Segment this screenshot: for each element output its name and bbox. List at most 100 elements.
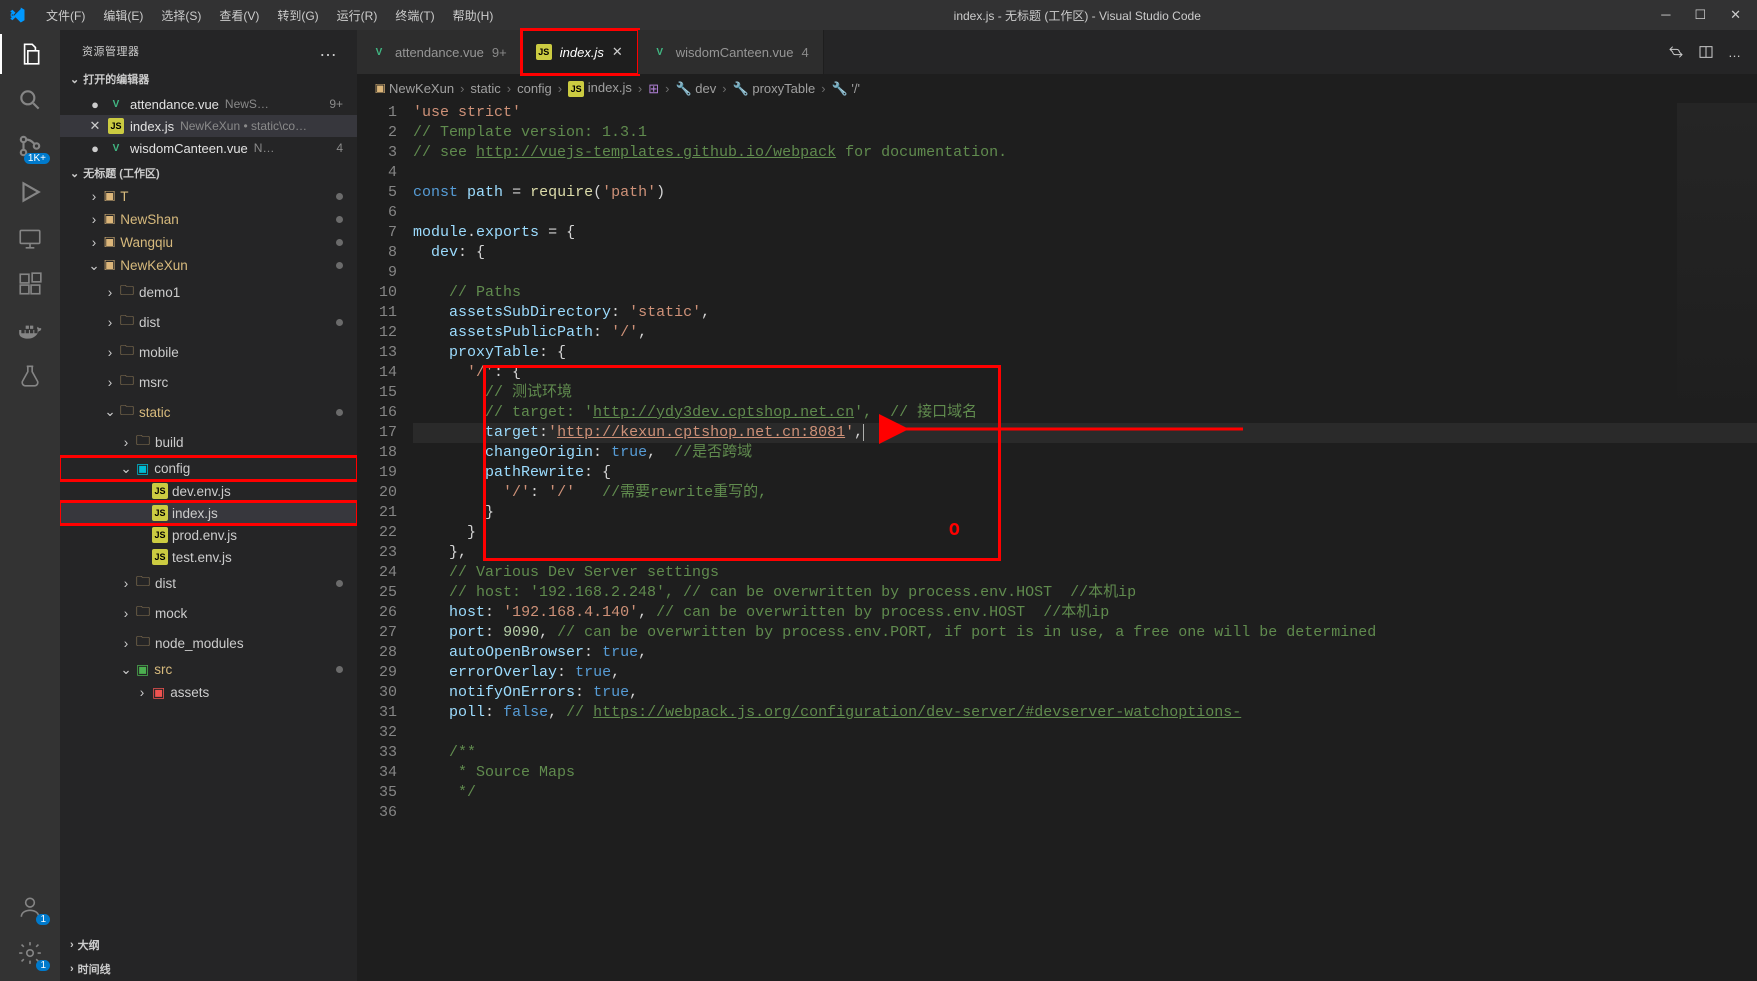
open-editor-item[interactable]: ✕JSindex.js NewKeXun • static\co… bbox=[60, 115, 357, 137]
code-line[interactable]: poll: false, // https://webpack.js.org/c… bbox=[413, 703, 1757, 723]
activity-docker-icon[interactable] bbox=[16, 316, 44, 344]
code-line[interactable]: // host: '192.168.2.248', // can be over… bbox=[413, 583, 1757, 603]
split-editor-icon[interactable] bbox=[1698, 44, 1714, 60]
code-line[interactable]: host: '192.168.4.140', // can be overwri… bbox=[413, 603, 1757, 623]
activity-git-icon[interactable]: 1K+ bbox=[16, 132, 44, 160]
editor-tab[interactable]: JSindex.js✕ bbox=[522, 30, 638, 74]
code-line[interactable]: '/': { bbox=[413, 363, 1757, 383]
activity-debug-icon[interactable] bbox=[16, 178, 44, 206]
editor-tab[interactable]: VwisdomCanteen.vue4 bbox=[638, 30, 824, 74]
activity-testing-icon[interactable] bbox=[16, 362, 44, 390]
menu-run[interactable]: 运行(R) bbox=[329, 3, 386, 28]
code-line[interactable]: autoOpenBrowser: true, bbox=[413, 643, 1757, 663]
code-line[interactable]: assetsSubDirectory: 'static', bbox=[413, 303, 1757, 323]
code-line[interactable]: dev: { bbox=[413, 243, 1757, 263]
code-line[interactable]: notifyOnErrors: true, bbox=[413, 683, 1757, 703]
breadcrumb-item[interactable]: static bbox=[470, 81, 500, 96]
code-line[interactable]: target:'http://kexun.cptshop.net.cn:8081… bbox=[413, 423, 1757, 443]
editor-tab[interactable]: Vattendance.vue9+ bbox=[357, 30, 522, 74]
more-icon[interactable]: … bbox=[1728, 45, 1741, 60]
tree-file[interactable]: JSdev.env.js bbox=[60, 480, 357, 502]
menu-edit[interactable]: 编辑(E) bbox=[95, 3, 151, 28]
code-line[interactable]: */ bbox=[413, 783, 1757, 803]
tree-folder[interactable]: ›🗀mobile bbox=[60, 337, 357, 367]
open-editor-item[interactable]: ●Vattendance.vue NewS…9+ bbox=[60, 93, 357, 115]
tree-folder[interactable]: ›🗀mock bbox=[60, 598, 357, 628]
code-line[interactable]: /** bbox=[413, 743, 1757, 763]
code-line[interactable]: changeOrigin: true, //是否跨域 bbox=[413, 443, 1757, 463]
tree-folder[interactable]: ›🗀dist bbox=[60, 307, 357, 337]
tree-folder[interactable]: ›🞕Wangqiu bbox=[60, 231, 357, 254]
code-line[interactable]: module.exports = { bbox=[413, 223, 1757, 243]
tree-folder[interactable]: ›🗀build bbox=[60, 427, 357, 457]
code-line[interactable]: * Source Maps bbox=[413, 763, 1757, 783]
tree-folder[interactable]: ›🗀dist bbox=[60, 568, 357, 598]
tree-file[interactable]: JStest.env.js bbox=[60, 546, 357, 568]
code-line[interactable]: const path = require('path') bbox=[413, 183, 1757, 203]
close-icon[interactable]: ✕ bbox=[612, 44, 623, 60]
code-line[interactable]: // Template version: 1.3.1 bbox=[413, 123, 1757, 143]
code-line[interactable]: // see http://vuejs-templates.github.io/… bbox=[413, 143, 1757, 163]
tree-folder[interactable]: ›🞕T bbox=[60, 185, 357, 208]
code-editor[interactable]: 1234567891011121314151617181920212223242… bbox=[357, 103, 1757, 981]
breadcrumb-item[interactable]: JS index.js bbox=[568, 80, 632, 97]
timeline-header[interactable]: › 时间线 bbox=[60, 957, 357, 981]
code-line[interactable]: } bbox=[413, 523, 1757, 543]
workspace-header[interactable]: ⌄ 无标题 (工作区) bbox=[60, 161, 357, 185]
code-line[interactable]: // Various Dev Server settings bbox=[413, 563, 1757, 583]
menu-file[interactable]: 文件(F) bbox=[38, 3, 93, 28]
menu-select[interactable]: 选择(S) bbox=[153, 3, 209, 28]
close-icon[interactable]: ✕ bbox=[1730, 7, 1741, 23]
tree-file[interactable]: JSindex.js bbox=[60, 502, 357, 524]
activity-search-icon[interactable] bbox=[16, 86, 44, 114]
code-line[interactable]: proxyTable: { bbox=[413, 343, 1757, 363]
code-line[interactable] bbox=[413, 723, 1757, 743]
menu-view[interactable]: 查看(V) bbox=[211, 3, 267, 28]
tree-file[interactable]: JSprod.env.js bbox=[60, 524, 357, 546]
code-line[interactable]: } bbox=[413, 503, 1757, 523]
open-editor-item[interactable]: ●VwisdomCanteen.vue N…4 bbox=[60, 137, 357, 159]
breadcrumb-item[interactable]: 🞕 NewKeXun bbox=[375, 81, 454, 97]
close-icon[interactable]: ✕ bbox=[88, 118, 102, 134]
activity-explorer-icon[interactable] bbox=[16, 40, 44, 68]
tree-folder[interactable]: ›▣assets bbox=[60, 681, 357, 704]
tree-folder[interactable]: ⌄▣config bbox=[60, 457, 357, 480]
breadcrumb-item[interactable]: config bbox=[517, 81, 552, 96]
code-line[interactable]: }, bbox=[413, 543, 1757, 563]
breadcrumb-item[interactable]: 🔧 proxyTable bbox=[733, 81, 816, 97]
code-line[interactable]: // target: 'http://ydy3dev.cptshop.net.c… bbox=[413, 403, 1757, 423]
tree-folder[interactable]: ›🗀node_modules bbox=[60, 628, 357, 658]
tree-folder[interactable]: ⌄▣src bbox=[60, 658, 357, 681]
compare-icon[interactable] bbox=[1668, 44, 1684, 60]
maximize-icon[interactable]: ☐ bbox=[1694, 7, 1706, 23]
menu-terminal[interactable]: 终端(T) bbox=[387, 3, 442, 28]
breadcrumb-item[interactable]: 🔧 '/' bbox=[832, 81, 860, 97]
code-line[interactable]: 'use strict' bbox=[413, 103, 1757, 123]
code-line[interactable]: assetsPublicPath: '/', bbox=[413, 323, 1757, 343]
code-line[interactable]: pathRewrite: { bbox=[413, 463, 1757, 483]
code-line[interactable]: '/': '/' //需要rewrite重写的, bbox=[413, 483, 1757, 503]
outline-header[interactable]: › 大纲 bbox=[60, 933, 357, 957]
activity-extensions-icon[interactable] bbox=[16, 270, 44, 298]
code-line[interactable] bbox=[413, 163, 1757, 183]
menu-goto[interactable]: 转到(G) bbox=[269, 3, 326, 28]
activity-account-icon[interactable]: 1 bbox=[16, 893, 44, 921]
code-line[interactable]: // 测试环境 bbox=[413, 383, 1757, 403]
tree-folder[interactable]: ⌄🞕NewKeXun bbox=[60, 254, 357, 277]
code-content[interactable]: O 'use strict'// Template version: 1.3.1… bbox=[413, 103, 1757, 981]
tree-folder[interactable]: ⌄🗀static bbox=[60, 397, 357, 427]
menu-help[interactable]: 帮助(H) bbox=[445, 3, 502, 28]
code-line[interactable] bbox=[413, 203, 1757, 223]
minimap[interactable] bbox=[1677, 103, 1757, 423]
code-line[interactable] bbox=[413, 263, 1757, 283]
minimize-icon[interactable]: ─ bbox=[1661, 7, 1670, 23]
breadcrumb[interactable]: 🞕 NewKeXun›static›config›JS index.js›⊞ ›… bbox=[357, 74, 1757, 103]
breadcrumb-item[interactable]: ⊞ bbox=[648, 81, 659, 97]
code-line[interactable] bbox=[413, 803, 1757, 823]
breadcrumb-item[interactable]: 🔧 dev bbox=[675, 81, 716, 97]
open-editors-header[interactable]: ⌄ 打开的编辑器 bbox=[60, 67, 357, 91]
code-line[interactable]: errorOverlay: true, bbox=[413, 663, 1757, 683]
sidebar-more-icon[interactable]: … bbox=[319, 40, 339, 61]
tree-folder[interactable]: ›🗀msrc bbox=[60, 367, 357, 397]
activity-settings-icon[interactable]: 1 bbox=[16, 939, 44, 967]
